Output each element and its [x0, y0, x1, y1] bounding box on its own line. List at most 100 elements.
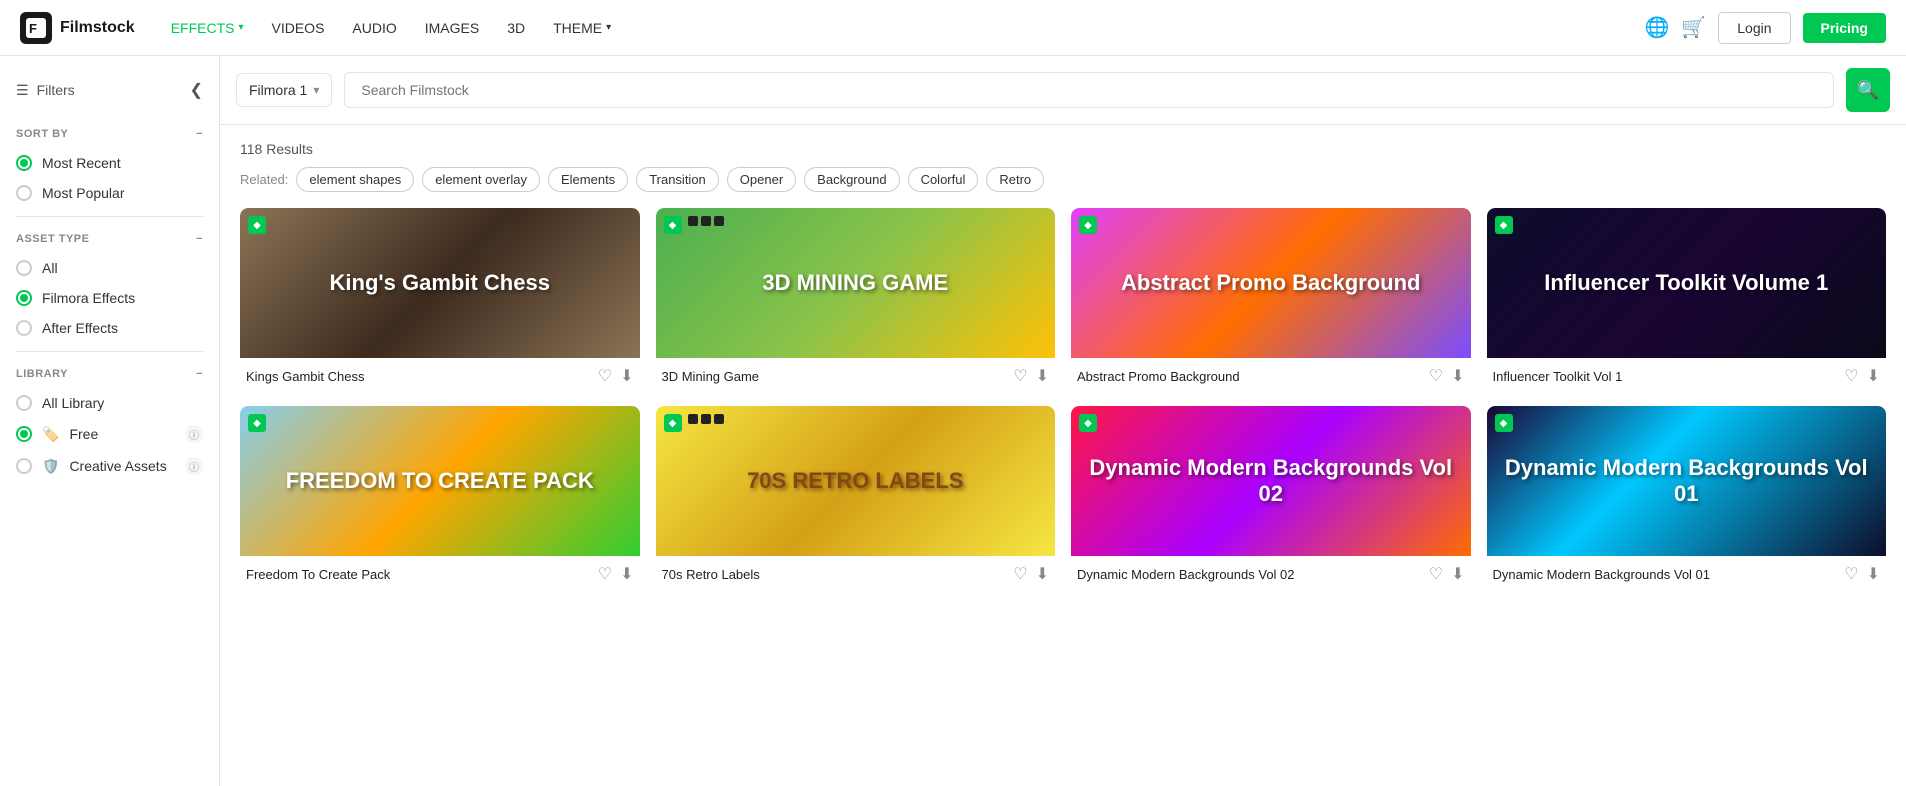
card-thumbnail-2[interactable]: ◆Abstract Promo Background: [1071, 208, 1471, 358]
card-thumbnail-5[interactable]: ◆70S RETRO LABELS: [656, 406, 1056, 556]
tag-background[interactable]: Background: [804, 167, 899, 192]
card-thumbnail-0[interactable]: ◆King's Gambit Chess: [240, 208, 640, 358]
card-title-3: Influencer Toolkit Vol 1: [1493, 369, 1845, 384]
radio-most-popular: [16, 185, 32, 201]
card-download-icon-3[interactable]: ⬇: [1867, 366, 1880, 386]
radio-all-library: [16, 395, 32, 411]
divider-1: [16, 216, 203, 217]
card-heart-icon-1[interactable]: ♡: [1013, 366, 1027, 386]
tag-element-overlay[interactable]: element overlay: [422, 167, 540, 192]
card-thumb-text-1: 3D MINING GAME: [752, 260, 958, 306]
card-heart-icon-5[interactable]: ♡: [1013, 564, 1027, 584]
card-heart-icon-3[interactable]: ♡: [1844, 366, 1858, 386]
sort-most-popular[interactable]: Most Popular: [0, 178, 219, 208]
card-heart-icon-4[interactable]: ♡: [598, 564, 612, 584]
tag-retro[interactable]: Retro: [986, 167, 1044, 192]
card-download-icon-4[interactable]: ⬇: [620, 564, 633, 584]
card-download-icon-6[interactable]: ⬇: [1451, 564, 1464, 584]
nav-videos[interactable]: VIDEOS: [260, 14, 337, 42]
card-title-2: Abstract Promo Background: [1077, 369, 1429, 384]
tag-colorful[interactable]: Colorful: [908, 167, 979, 192]
chevron-down-icon: ▾: [238, 22, 243, 33]
card-heart-icon-6[interactable]: ♡: [1429, 564, 1443, 584]
card-download-icon-7[interactable]: ⬇: [1867, 564, 1880, 584]
results-count: 118 Results: [240, 141, 1886, 157]
asset-type-header: ASSET TYPE −: [0, 225, 219, 253]
filmora-selector[interactable]: Filmora 1 ▾: [236, 73, 332, 107]
card-footer-6: Dynamic Modern Backgrounds Vol 02♡⬇: [1071, 556, 1471, 588]
card-heart-icon-2[interactable]: ♡: [1429, 366, 1443, 386]
nav-3d[interactable]: 3D: [495, 14, 537, 42]
radio-most-recent: [16, 155, 32, 171]
creative-info-badge[interactable]: ⓘ: [185, 457, 203, 475]
logo[interactable]: F Filmstock: [20, 12, 135, 44]
sort-by-section: SORT BY − Most Recent Most Popular: [0, 120, 219, 208]
search-input[interactable]: [344, 72, 1834, 108]
collapse-icon[interactable]: ❮: [190, 80, 203, 100]
card-thumb-text-7: Dynamic Modern Backgrounds Vol 01: [1487, 445, 1887, 518]
card-4: ◆FREEDOM TO CREATE PACK Freedom To Create…: [240, 406, 640, 588]
card-heart-icon-7[interactable]: ♡: [1844, 564, 1858, 584]
card-thumbnail-3[interactable]: ◆Influencer Toolkit Volume 1: [1487, 208, 1887, 358]
free-icon: 🏷️: [42, 426, 59, 443]
filters-header[interactable]: ☰ Filters ❮: [0, 72, 219, 112]
card-title-1: 3D Mining Game: [662, 369, 1014, 384]
card-thumbnail-4[interactable]: ◆FREEDOM TO CREATE PACK: [240, 406, 640, 556]
logo-text: Filmstock: [60, 19, 135, 37]
tag-transition[interactable]: Transition: [636, 167, 719, 192]
library-creative-assets[interactable]: 🛡️ Creative Assets ⓘ: [0, 450, 219, 482]
card-footer-2: Abstract Promo Background♡ ⬇: [1071, 358, 1471, 390]
card-thumbnail-1[interactable]: ◆ 3D MINING GAME: [656, 208, 1056, 358]
card-download-icon-1[interactable]: ⬇: [1036, 366, 1049, 386]
card-heart-icon-0[interactable]: ♡: [598, 366, 612, 386]
chevron-down-icon: ▾: [606, 22, 611, 33]
card-actions-4: ♡⬇: [598, 564, 634, 584]
card-badge-5: ◆: [664, 414, 682, 432]
nav-effects[interactable]: EFFECTS ▾: [159, 14, 256, 42]
card-title-5: 70s Retro Labels: [662, 567, 1014, 582]
card-actions-0: ♡⬇: [598, 366, 634, 386]
card-download-icon-5[interactable]: ⬇: [1036, 564, 1049, 584]
asset-after-effects[interactable]: After Effects: [0, 313, 219, 343]
card-footer-3: Influencer Toolkit Vol 1♡ ⬇: [1487, 358, 1887, 390]
card-0: ◆King's Gambit ChessKings Gambit Chess♡⬇: [240, 208, 640, 390]
card-download-icon-2[interactable]: ⬇: [1451, 366, 1464, 386]
sidebar: ☰ Filters ❮ SORT BY − Most Recent Most P…: [0, 56, 220, 786]
cards-grid: ◆King's Gambit ChessKings Gambit Chess♡⬇…: [240, 208, 1886, 588]
main-layout: ☰ Filters ❮ SORT BY − Most Recent Most P…: [0, 56, 1906, 786]
radio-all: [16, 260, 32, 276]
cart-icon[interactable]: 🛒: [1681, 15, 1706, 40]
card-actions-5: ♡⬇: [1013, 564, 1049, 584]
filters-label-group: ☰ Filters: [16, 82, 75, 99]
library-all[interactable]: All Library: [0, 388, 219, 418]
free-info-badge[interactable]: ⓘ: [185, 425, 203, 443]
asset-all[interactable]: All: [0, 253, 219, 283]
login-button[interactable]: Login: [1718, 12, 1790, 44]
nav-audio[interactable]: AUDIO: [340, 14, 408, 42]
card-thumbnail-6[interactable]: ◆Dynamic Modern Backgrounds Vol 02: [1071, 406, 1471, 556]
card-thumbnail-7[interactable]: ◆ Dynamic Modern Backgrounds Vol 01: [1487, 406, 1887, 556]
content-area: Filmora 1 ▾ 🔍 118 Results Related: eleme…: [220, 56, 1906, 786]
card-title-4: Freedom To Create Pack: [246, 567, 598, 582]
card-badge-7: ◆: [1495, 414, 1513, 432]
asset-filmora-effects[interactable]: Filmora Effects: [0, 283, 219, 313]
tag-element-shapes[interactable]: element shapes: [296, 167, 414, 192]
sort-most-recent[interactable]: Most Recent: [0, 148, 219, 178]
pricing-button[interactable]: Pricing: [1803, 13, 1886, 43]
related-tags: Related: element shapes element overlay …: [240, 167, 1886, 192]
nav-images[interactable]: IMAGES: [413, 14, 491, 42]
content-inner: 118 Results Related: element shapes elem…: [220, 125, 1906, 604]
tag-elements[interactable]: Elements: [548, 167, 628, 192]
globe-icon[interactable]: 🌐: [1644, 15, 1669, 40]
svg-text:F: F: [29, 21, 37, 36]
tag-opener[interactable]: Opener: [727, 167, 796, 192]
nav-theme[interactable]: THEME ▾: [541, 14, 623, 42]
card-download-icon-0[interactable]: ⬇: [620, 366, 633, 386]
selector-chevron-icon: ▾: [313, 83, 319, 97]
search-button[interactable]: 🔍: [1846, 68, 1890, 112]
library-free[interactable]: 🏷️ Free ⓘ: [0, 418, 219, 450]
card-2: ◆Abstract Promo BackgroundAbstract Promo…: [1071, 208, 1471, 390]
sort-minus-icon: −: [196, 128, 203, 140]
card-badge-1: ◆: [664, 216, 682, 234]
card-5: ◆70S RETRO LABELS70s Retro Labels♡⬇: [656, 406, 1056, 588]
